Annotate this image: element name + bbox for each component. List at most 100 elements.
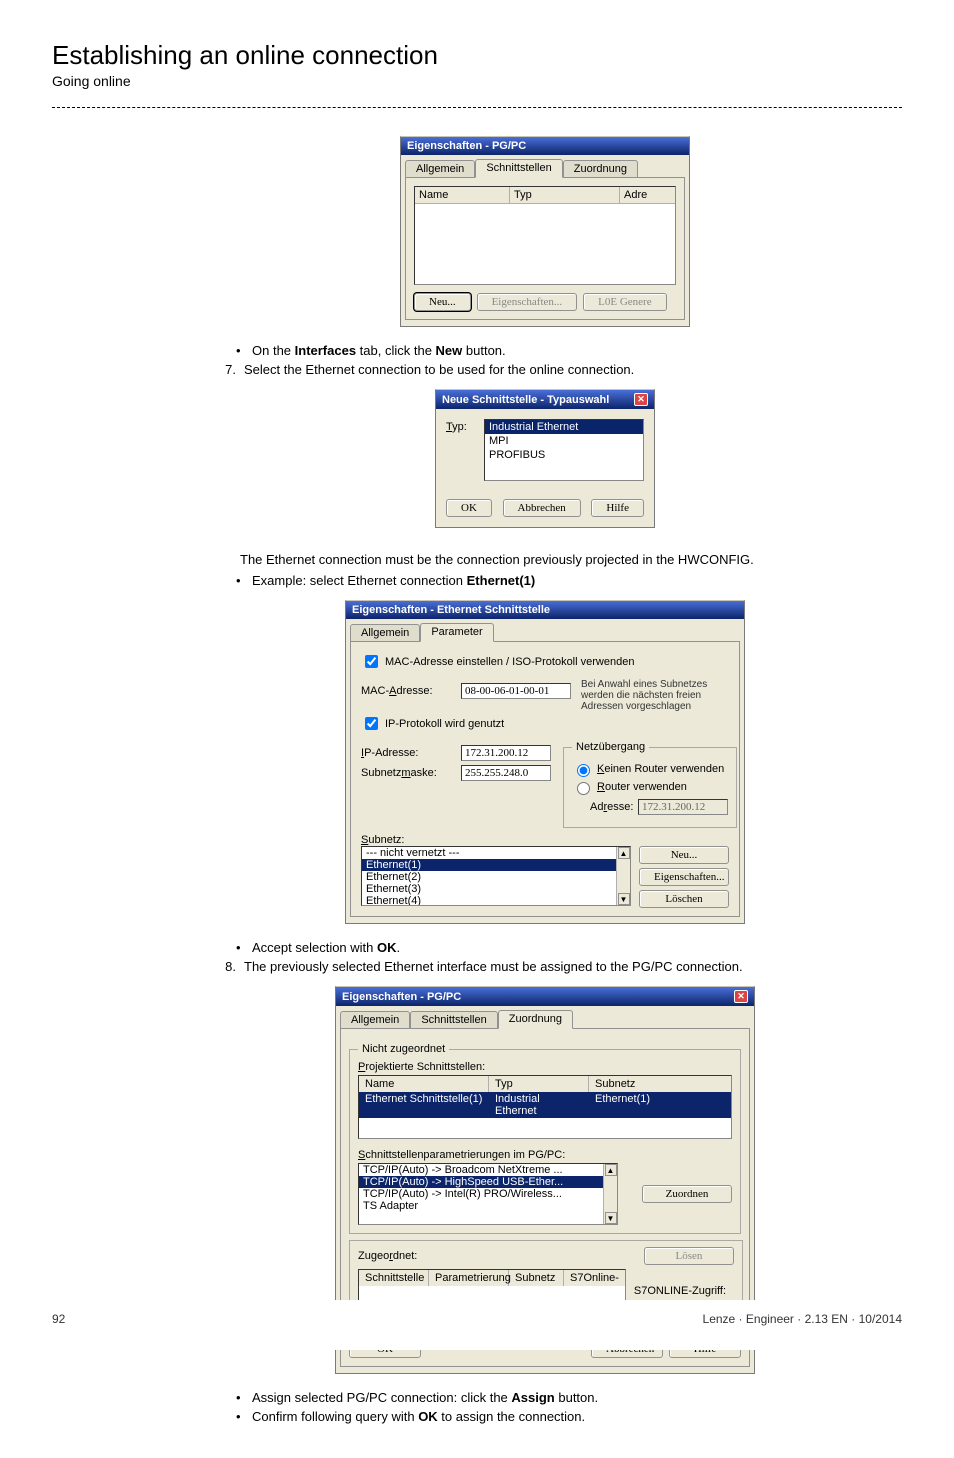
dialog-title: Eigenschaften - Ethernet Schnittstelle: [352, 604, 550, 616]
col-param: Parametrierung: [429, 1270, 509, 1286]
scrollbar[interactable]: ▲ ▼: [603, 1164, 617, 1224]
dialog-title: Eigenschaften - PG/PC: [407, 140, 526, 152]
titlebar: Eigenschaften - Ethernet Schnittstelle: [346, 601, 744, 619]
no-router-radio[interactable]: [577, 764, 590, 777]
subnet-new-button[interactable]: Neu...: [639, 846, 729, 864]
dialog-title: Eigenschaften - PG/PC: [342, 991, 461, 1003]
col-s7: S7Online-: [564, 1270, 625, 1286]
ip-checkbox[interactable]: [365, 717, 378, 730]
properties-button: Eigenschaften...: [477, 293, 578, 311]
bullet-text: Assign selected PG/PC connection: click …: [252, 1390, 878, 1405]
step-number: 8.: [212, 959, 236, 974]
not-assigned-legend: Nicht zugeordnet: [358, 1043, 449, 1055]
close-icon[interactable]: ✕: [634, 393, 648, 406]
param-list[interactable]: TCP/IP(Auto) -> Broadcom NetXtreme ... T…: [358, 1163, 618, 1225]
tab-parameter[interactable]: Parameter: [420, 623, 493, 642]
subnet-props-button[interactable]: Eigenschaften...: [639, 868, 729, 886]
mask-label: Subnetzmaske:: [361, 767, 461, 779]
col-name: Name: [359, 1076, 489, 1092]
param-label: Schnittstellenparametrierungen im PG/PC:: [358, 1149, 732, 1161]
info-text: The Ethernet connection must be the conn…: [72, 544, 902, 569]
list-item[interactable]: Ethernet(4): [362, 895, 630, 906]
page-title: Establishing an online connection: [52, 40, 902, 71]
mac-input[interactable]: [461, 683, 571, 699]
subnet-delete-button[interactable]: Löschen: [639, 890, 729, 908]
assigned-label: Zugeordnet:: [358, 1250, 417, 1262]
tab-general[interactable]: Allgemein: [350, 624, 420, 642]
bullet: •: [236, 1409, 248, 1424]
titlebar: Neue Schnittstelle - Typauswahl ✕: [436, 390, 654, 409]
ip-label: IP-Adresse:: [361, 747, 461, 759]
projected-table[interactable]: Name Typ Subnetz Ethernet Schnittstelle(…: [358, 1075, 732, 1139]
bullet-text: Example: select Ethernet connection Ethe…: [252, 573, 878, 588]
list-item[interactable]: TCP/IP(Auto) -> Broadcom NetXtreme ...: [359, 1164, 617, 1176]
col-type: Typ: [510, 187, 620, 203]
mac-label: MAC-Adresse:: [361, 685, 461, 697]
mac-checkbox-label: MAC-Adresse einstellen / ISO-Protokoll v…: [385, 656, 634, 668]
interface-list[interactable]: Name Typ Adre: [414, 186, 676, 285]
tab-interfaces[interactable]: Schnittstellen: [410, 1011, 497, 1029]
list-item[interactable]: Ethernet(1): [362, 859, 630, 871]
router-addr-label: Adresse:: [590, 801, 638, 813]
list-item[interactable]: Ethernet(2): [362, 871, 630, 883]
list-item[interactable]: Industrial Ethernet: [485, 420, 643, 434]
list-item[interactable]: TCP/IP(Auto) -> HighSpeed USB-Ether...: [359, 1176, 617, 1188]
col-subnet: Subnetz: [509, 1270, 564, 1286]
list-item[interactable]: MPI: [485, 434, 643, 448]
titlebar: Eigenschaften - PG/PC ✕: [336, 987, 754, 1006]
list-item[interactable]: Ethernet(3): [362, 883, 630, 895]
bullet: •: [236, 1390, 248, 1405]
list-item[interactable]: TCP/IP(Auto) -> Intel(R) PRO/Wireless...: [359, 1188, 617, 1200]
bullet-text: Confirm following query with OK to assig…: [252, 1409, 878, 1424]
scroll-up-icon[interactable]: ▲: [618, 847, 630, 859]
footer-meta: Lenze · Engineer · 2.13 EN · 10/2014: [703, 1312, 902, 1326]
col-name: Name: [415, 187, 510, 203]
step-text: The previously selected Ethernet interfa…: [244, 959, 878, 974]
step-number: 7.: [212, 362, 236, 377]
mac-checkbox[interactable]: [365, 655, 378, 668]
scroll-down-icon[interactable]: ▼: [605, 1212, 617, 1224]
type-label: Typ:: [446, 419, 476, 481]
page-subtitle: Going online: [52, 73, 902, 89]
mask-input[interactable]: [461, 765, 551, 781]
col-subnet: Subnetz: [589, 1076, 731, 1092]
scroll-up-icon[interactable]: ▲: [605, 1164, 617, 1176]
table-row[interactable]: Ethernet Schnittstelle(1) Industrial Eth…: [359, 1092, 731, 1118]
new-button[interactable]: Neu...: [414, 293, 471, 311]
titlebar: Eigenschaften - PG/PC: [401, 137, 689, 155]
list-item[interactable]: PROFIBUS: [485, 448, 643, 462]
assign-button[interactable]: Zuordnen: [642, 1185, 732, 1203]
tab-assignment[interactable]: Zuordnung: [498, 1010, 573, 1029]
tab-interfaces[interactable]: Schnittstellen: [475, 159, 562, 178]
col-addr: Adre: [620, 187, 675, 203]
dialog-title: Neue Schnittstelle - Typauswahl: [442, 394, 609, 406]
router-addr-input: [638, 799, 728, 815]
step-text: Select the Ethernet connection to be use…: [244, 362, 878, 377]
tab-general[interactable]: Allgemein: [340, 1011, 410, 1029]
close-icon[interactable]: ✕: [734, 990, 748, 1003]
subnet-label: Subnetz:: [361, 834, 729, 846]
bullet-text: On the Interfaces tab, click the New but…: [252, 343, 878, 358]
subnet-list[interactable]: --- nicht vernetzt --- Ethernet(1) Ether…: [361, 846, 631, 906]
tab-general[interactable]: Allgemein: [405, 160, 475, 178]
col-type: Typ: [489, 1076, 589, 1092]
scrollbar[interactable]: ▲ ▼: [616, 847, 630, 905]
loosen-button: Lösen: [644, 1247, 734, 1265]
divider: [52, 107, 902, 108]
use-router-radio[interactable]: [577, 782, 590, 795]
tab-assignment[interactable]: Zuordnung: [563, 160, 638, 178]
list-item[interactable]: TS Adapter: [359, 1200, 617, 1212]
hint-text: Bei Anwahl eines Subnetzes werden die nä…: [581, 679, 729, 712]
help-button[interactable]: Hilfe: [591, 499, 644, 517]
bullet-text: Accept selection with OK.: [252, 940, 878, 955]
bullet: •: [236, 940, 248, 955]
cancel-button[interactable]: Abbrechen: [503, 499, 581, 517]
list-item[interactable]: --- nicht vernetzt ---: [362, 847, 630, 859]
ip-input[interactable]: [461, 745, 551, 761]
ok-button[interactable]: OK: [446, 499, 492, 517]
s7online-label: S7ONLINE-Zugriff:: [634, 1285, 734, 1297]
type-list[interactable]: Industrial Ethernet MPI PROFIBUS: [484, 419, 644, 481]
dialog-new-interface: Neue Schnittstelle - Typauswahl ✕ Typ: I…: [435, 389, 655, 528]
col-interface: Schnittstelle: [359, 1270, 429, 1286]
scroll-down-icon[interactable]: ▼: [618, 893, 630, 905]
